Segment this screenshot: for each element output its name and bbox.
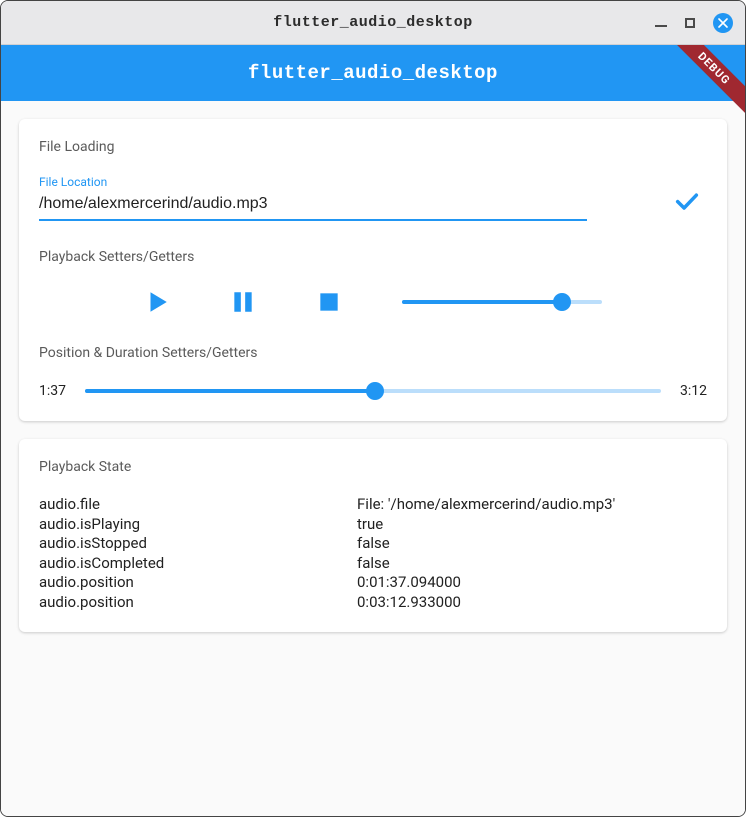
player-card: File Loading File Location Playback Sett… — [19, 119, 727, 421]
volume-thumb[interactable] — [553, 293, 571, 311]
file-location-input[interactable] — [39, 191, 587, 221]
state-key: audio.file — [39, 495, 357, 515]
playback-controls — [39, 289, 707, 315]
state-value: File: '/home/alexmercerind/audio.mp3' — [357, 495, 707, 515]
volume-fill — [402, 300, 562, 304]
position-duration-label: Position & Duration Setters/Getters — [39, 345, 707, 361]
state-key: audio.position — [39, 573, 357, 593]
maximize-icon[interactable] — [685, 18, 695, 28]
pause-icon — [230, 289, 256, 315]
close-icon — [718, 18, 728, 28]
close-button[interactable] — [713, 13, 733, 33]
playback-state-label: Playback State — [39, 459, 707, 475]
confirm-file-button[interactable] — [673, 187, 701, 215]
check-icon — [673, 187, 701, 215]
state-card: Playback State audio.fileaudio.isPlaying… — [19, 439, 727, 632]
state-value: false — [357, 554, 707, 574]
play-button[interactable] — [144, 289, 170, 315]
pause-button[interactable] — [230, 289, 256, 315]
state-value: true — [357, 515, 707, 535]
play-icon — [144, 289, 170, 315]
position-thumb[interactable] — [366, 382, 384, 400]
state-value: false — [357, 534, 707, 554]
state-keys-column: audio.fileaudio.isPlayingaudio.isStopped… — [39, 495, 357, 612]
content-area: File Loading File Location Playback Sett… — [1, 101, 745, 816]
position-fill — [85, 389, 375, 393]
state-key: audio.isStopped — [39, 534, 357, 554]
stop-icon — [316, 289, 342, 315]
stop-button[interactable] — [316, 289, 342, 315]
titlebar: flutter_audio_desktop — [1, 1, 745, 45]
appbar-title: flutter_audio_desktop — [248, 62, 498, 84]
file-input-row: File Location — [39, 175, 707, 221]
window-controls — [655, 1, 733, 44]
state-values-column: File: '/home/alexmercerind/audio.mp3'tru… — [357, 495, 707, 612]
window-frame: flutter_audio_desktop flutter_audio_desk… — [0, 0, 746, 817]
file-location-label: File Location — [39, 175, 587, 189]
position-slider[interactable] — [85, 381, 661, 401]
appbar: flutter_audio_desktop — [1, 45, 745, 101]
file-location-field: File Location — [39, 175, 587, 221]
minimize-icon[interactable] — [655, 25, 667, 27]
state-value: 0:03:12.933000 — [357, 593, 707, 613]
state-value: 0:01:37.094000 — [357, 573, 707, 593]
state-key: audio.isPlaying — [39, 515, 357, 535]
window-title: flutter_audio_desktop — [273, 14, 473, 31]
playback-setters-label: Playback Setters/Getters — [39, 249, 707, 265]
position-row: 1:37 3:12 — [39, 381, 707, 401]
state-key: audio.position — [39, 593, 357, 613]
position-current-label: 1:37 — [39, 383, 71, 399]
position-total-label: 3:12 — [675, 383, 707, 399]
file-loading-label: File Loading — [39, 139, 707, 155]
state-key: audio.isCompleted — [39, 554, 357, 574]
volume-slider[interactable] — [402, 292, 602, 312]
state-table: audio.fileaudio.isPlayingaudio.isStopped… — [39, 495, 707, 612]
